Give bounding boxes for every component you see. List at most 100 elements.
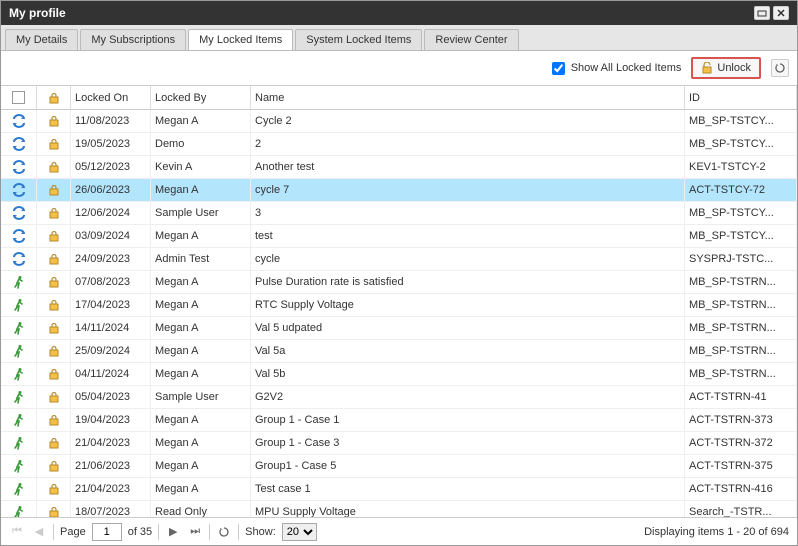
prev-page-button[interactable]: ◀: [31, 524, 47, 540]
tab-system-locked-items[interactable]: System Locked Items: [295, 29, 422, 50]
next-page-button[interactable]: ▶: [165, 524, 181, 540]
lock-icon: [48, 322, 60, 334]
row-type-icon: [1, 271, 37, 293]
lock-icon: [48, 437, 60, 449]
show-all-label: Show All Locked Items: [571, 62, 682, 74]
table-row[interactable]: 21/04/2023Megan ATest case 1ACT-TSTRN-41…: [1, 478, 797, 501]
cell-id: ACT-TSTRN-416: [685, 478, 797, 500]
header-select-all[interactable]: [1, 86, 37, 109]
row-type-icon: [1, 432, 37, 454]
cell-locked-on: 03/09/2024: [71, 225, 151, 247]
row-type-icon: [1, 363, 37, 385]
lock-icon: [48, 230, 60, 242]
cell-locked-by: Megan A: [151, 317, 251, 339]
cell-locked-on: 11/08/2023: [71, 110, 151, 132]
toolbar-refresh-button[interactable]: [771, 59, 789, 77]
last-page-button[interactable]: ⏭: [187, 524, 203, 540]
paging-refresh-button[interactable]: [216, 524, 232, 540]
cycle-icon: [11, 160, 27, 174]
first-page-button[interactable]: ⏮: [9, 524, 25, 540]
page-label: Page: [60, 526, 86, 538]
cell-locked-on: 17/04/2023: [71, 294, 151, 316]
table-row[interactable]: 18/07/2023Read OnlyMPU Supply VoltageSea…: [1, 501, 797, 517]
table-row[interactable]: 17/04/2023Megan ARTC Supply VoltageMB_SP…: [1, 294, 797, 317]
run-icon: [12, 436, 26, 450]
lock-icon: [48, 391, 60, 403]
tab-my-locked-items[interactable]: My Locked Items: [188, 29, 293, 50]
row-lock-icon: [37, 225, 71, 247]
table-row[interactable]: 04/11/2024Megan AVal 5bMB_SP-TSTRN...: [1, 363, 797, 386]
table-row[interactable]: 03/09/2024Megan AtestMB_SP-TSTCY...: [1, 225, 797, 248]
unlock-icon: [701, 62, 713, 74]
table-row[interactable]: 25/09/2024Megan AVal 5aMB_SP-TSTRN...: [1, 340, 797, 363]
row-type-icon: [1, 409, 37, 431]
cell-id: MB_SP-TSTRN...: [685, 317, 797, 339]
table-row[interactable]: 05/04/2023Sample UserG2V2ACT-TSTRN-41: [1, 386, 797, 409]
run-icon: [12, 390, 26, 404]
header-name[interactable]: Name: [251, 86, 685, 109]
paging-status: Displaying items 1 - 20 of 694: [644, 526, 789, 538]
table-row[interactable]: 14/11/2024Megan AVal 5 udpatedMB_SP-TSTR…: [1, 317, 797, 340]
table-row[interactable]: 11/08/2023Megan ACycle 2MB_SP-TSTCY...: [1, 110, 797, 133]
row-type-icon: [1, 110, 37, 132]
lock-icon: [48, 115, 60, 127]
table-row[interactable]: 21/06/2023Megan AGroup1 - Case 5ACT-TSTR…: [1, 455, 797, 478]
row-type-icon: [1, 317, 37, 339]
row-lock-icon: [37, 317, 71, 339]
cell-name: test: [251, 225, 685, 247]
page-size-select[interactable]: 20: [282, 523, 317, 541]
unlock-button[interactable]: Unlock: [691, 57, 761, 79]
header-locked-on[interactable]: Locked On: [71, 86, 151, 109]
table-row[interactable]: 21/04/2023Megan AGroup 1 - Case 3ACT-TST…: [1, 432, 797, 455]
show-all-checkbox[interactable]: [552, 62, 565, 75]
row-type-icon: [1, 202, 37, 224]
cell-id: KEV1-TSTCY-2: [685, 156, 797, 178]
toolbar: Show All Locked Items Unlock: [1, 51, 797, 86]
cell-id: MB_SP-TSTRN...: [685, 340, 797, 362]
cell-locked-by: Megan A: [151, 478, 251, 500]
table-row[interactable]: 19/04/2023Megan AGroup 1 - Case 1ACT-TST…: [1, 409, 797, 432]
run-icon: [12, 367, 26, 381]
cell-id: MB_SP-TSTCY...: [685, 110, 797, 132]
cell-id: ACT-TSTRN-372: [685, 432, 797, 454]
tab-review-center[interactable]: Review Center: [424, 29, 518, 50]
tab-my-details[interactable]: My Details: [5, 29, 78, 50]
cell-id: ACT-TSTRN-41: [685, 386, 797, 408]
lock-icon: [48, 345, 60, 357]
row-lock-icon: [37, 271, 71, 293]
table-row[interactable]: 07/08/2023Megan APulse Duration rate is …: [1, 271, 797, 294]
grid-header: Locked On Locked By Name ID: [1, 86, 797, 110]
separator: [209, 524, 210, 540]
page-input[interactable]: [92, 523, 122, 541]
grid-body[interactable]: 11/08/2023Megan ACycle 2MB_SP-TSTCY...19…: [1, 110, 797, 517]
cell-locked-on: 18/07/2023: [71, 501, 151, 517]
separator: [158, 524, 159, 540]
cell-name: cycle 7: [251, 179, 685, 201]
header-id[interactable]: ID: [685, 86, 797, 109]
show-all-locked-items[interactable]: Show All Locked Items: [552, 62, 682, 75]
run-icon: [12, 482, 26, 496]
table-row[interactable]: 24/09/2023Admin TestcycleSYSPRJ-TSTC...: [1, 248, 797, 271]
row-type-icon: [1, 478, 37, 500]
tab-my-subscriptions[interactable]: My Subscriptions: [80, 29, 186, 50]
cell-locked-by: Read Only: [151, 501, 251, 517]
cell-locked-on: 14/11/2024: [71, 317, 151, 339]
table-row[interactable]: 05/12/2023Kevin AAnother testKEV1-TSTCY-…: [1, 156, 797, 179]
table-row[interactable]: 26/06/2023Megan Acycle 7ACT-TSTCY-72: [1, 179, 797, 202]
run-icon: [12, 344, 26, 358]
lock-icon: [48, 207, 60, 219]
table-row[interactable]: 19/05/2023Demo2MB_SP-TSTCY...: [1, 133, 797, 156]
row-type-icon: [1, 179, 37, 201]
table-row[interactable]: 12/06/2024Sample User3MB_SP-TSTCY...: [1, 202, 797, 225]
cell-locked-on: 26/06/2023: [71, 179, 151, 201]
close-button[interactable]: [773, 6, 789, 20]
header-locked-by[interactable]: Locked By: [151, 86, 251, 109]
row-lock-icon: [37, 455, 71, 477]
minimize-button[interactable]: [754, 6, 770, 20]
lock-icon: [48, 276, 60, 288]
cell-name: Group 1 - Case 3: [251, 432, 685, 454]
cell-locked-by: Sample User: [151, 202, 251, 224]
cycle-icon: [11, 183, 27, 197]
row-lock-icon: [37, 248, 71, 270]
cycle-icon: [11, 137, 27, 151]
